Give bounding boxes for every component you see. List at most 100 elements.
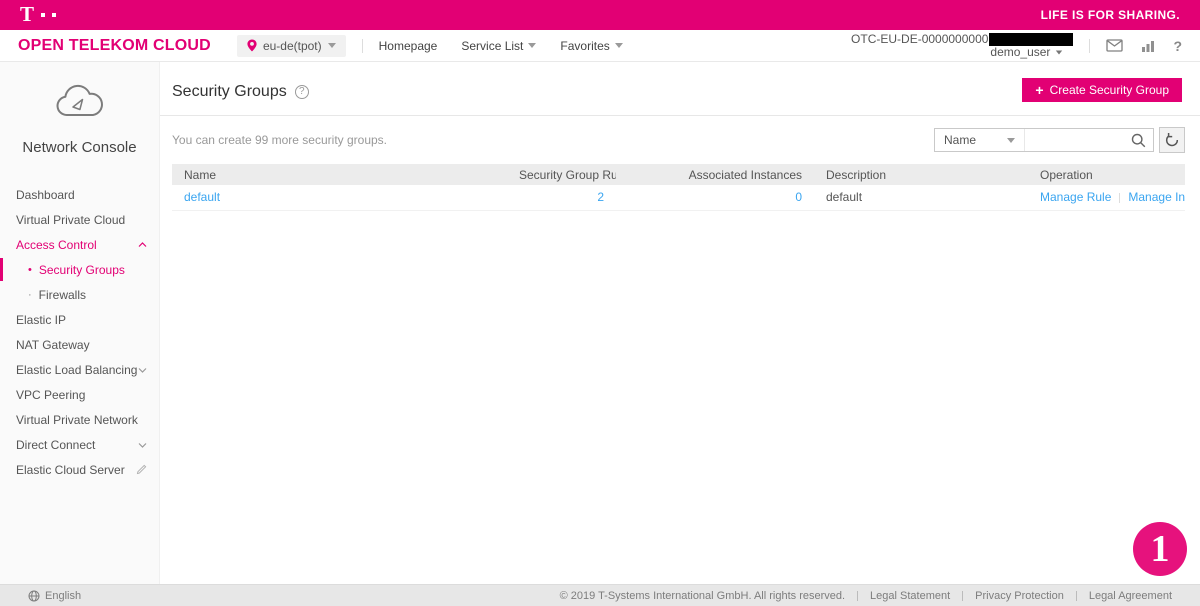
toolbar: You can create 99 more security groups. …	[172, 116, 1185, 164]
sidebar-item-elastic-ip[interactable]: Elastic IP	[0, 307, 159, 332]
header-right: OTC-EU-DE-0000000000 demo_user ?	[851, 33, 1182, 59]
rules-count-link[interactable]: 2	[597, 190, 604, 204]
chevron-up-icon	[138, 242, 147, 248]
chevron-down-icon	[138, 442, 147, 448]
mail-icon[interactable]	[1106, 39, 1123, 52]
nav-favorites[interactable]: Favorites	[560, 39, 622, 53]
nav-service-list-label: Service List	[461, 39, 523, 53]
sidebar-item-virtual-private-network[interactable]: Virtual Private Network	[0, 407, 159, 432]
sidebar: Network Console Dashboard Virtual Privat…	[0, 62, 160, 584]
legal-agreement-link[interactable]: Legal Agreement	[1089, 590, 1172, 602]
create-button-label: Create Security Group	[1050, 83, 1169, 97]
instances-count-link[interactable]: 0	[795, 190, 802, 204]
title-help-icon[interactable]: ?	[295, 85, 309, 99]
footer-links: © 2019 T-Systems International GmbH. All…	[560, 590, 1172, 602]
usage-stats-icon-glyph	[1141, 39, 1155, 52]
chevron-down-icon	[615, 43, 623, 48]
sidebar-item-security-groups[interactable]: • Security Groups	[0, 257, 159, 282]
security-group-name-link[interactable]: default	[184, 190, 220, 204]
sidebar-item-nat-gateway[interactable]: NAT Gateway	[0, 332, 159, 357]
nav-favorites-label: Favorites	[560, 39, 609, 53]
brand-slogan: LIFE IS FOR SHARING.	[1041, 8, 1180, 22]
sidebar-item-elastic-load-balancing[interactable]: Elastic Load Balancing	[0, 357, 159, 382]
refresh-icon	[1165, 133, 1179, 147]
console-header: OPEN TELEKOM CLOUD eu-de(tpot) Homepage …	[0, 30, 1200, 62]
chevron-down-icon	[1007, 138, 1015, 143]
manage-instance-link[interactable]: Manage Instance	[1128, 190, 1185, 204]
privacy-protection-link[interactable]: Privacy Protection	[975, 590, 1064, 602]
nav-homepage[interactable]: Homepage	[379, 39, 438, 53]
sidebar-item-vpc-peering[interactable]: VPC Peering	[0, 382, 159, 407]
sidebar-item-label: Security Groups	[39, 263, 125, 277]
usage-stats-icon[interactable]	[1141, 39, 1155, 52]
quota-hint: You can create 99 more security groups.	[172, 133, 387, 147]
region-selector[interactable]: eu-de(tpot)	[237, 35, 346, 57]
divider	[1089, 39, 1090, 53]
table-row: default 2 0 default Manage Rule Manage In…	[172, 185, 1185, 210]
copyright: © 2019 T-Systems International GmbH. All…	[560, 590, 845, 602]
telekom-logo-dot	[52, 13, 56, 17]
search-input[interactable]	[1025, 129, 1124, 151]
description-cell: default	[814, 185, 1028, 210]
tenant-id-label: OTC-EU-DE-0000000000	[851, 33, 988, 46]
console-title: Network Console	[0, 139, 159, 156]
sidebar-item-label: Elastic IP	[16, 313, 66, 327]
sidebar-item-label: NAT Gateway	[16, 338, 90, 352]
sidebar-item-label: Firewalls	[39, 288, 86, 302]
tenant-id-redaction	[989, 33, 1073, 46]
body: Network Console Dashboard Virtual Privat…	[0, 62, 1200, 584]
network-cloud-icon	[53, 84, 107, 122]
main-content: Security Groups ? + Create Security Grou…	[160, 62, 1200, 584]
sidebar-item-firewalls[interactable]: · Firewalls	[0, 282, 159, 307]
manage-rule-link[interactable]: Manage Rule	[1040, 190, 1111, 204]
nav-service-list[interactable]: Service List	[461, 39, 536, 53]
column-header-operation: Operation	[1028, 164, 1185, 185]
search-controls: Name	[934, 127, 1185, 153]
telekom-logo-icon: T	[20, 6, 56, 25]
sidebar-item-access-control[interactable]: Access Control	[0, 232, 159, 257]
user-name-label: demo_user	[990, 46, 1050, 59]
language-label: English	[45, 590, 81, 602]
table-header-row: Name Security Group Rules Associated Ins…	[172, 164, 1185, 185]
bullet-icon: •	[28, 264, 32, 276]
chevron-down-icon	[1056, 50, 1062, 54]
console-head: Network Console	[0, 62, 159, 156]
region-label: eu-de(tpot)	[263, 39, 322, 53]
refresh-button[interactable]	[1159, 127, 1185, 153]
sidebar-item-direct-connect[interactable]: Direct Connect	[0, 432, 159, 457]
column-header-rules: Security Group Rules	[507, 164, 616, 185]
create-security-group-button[interactable]: + Create Security Group	[1022, 78, 1182, 102]
chevron-down-icon	[328, 43, 336, 48]
portal-logo[interactable]: OPEN TELEKOM CLOUD	[18, 37, 211, 55]
globe-icon	[28, 590, 40, 602]
external-link-icon	[136, 464, 147, 475]
tenant-id: OTC-EU-DE-0000000000	[851, 33, 1073, 46]
legal-statement-link[interactable]: Legal Statement	[870, 590, 950, 602]
plus-icon: +	[1035, 83, 1043, 97]
column-header-description: Description	[814, 164, 1028, 185]
chevron-down-icon	[528, 43, 536, 48]
sidebar-item-label: Elastic Cloud Server	[16, 463, 125, 477]
mail-icon-glyph	[1106, 39, 1123, 52]
topbar: T LIFE IS FOR SHARING.	[0, 0, 1200, 30]
bullet-icon: ·	[28, 289, 32, 301]
column-header-name: Name	[172, 164, 507, 185]
help-icon[interactable]: ?	[1173, 38, 1182, 54]
search-icon-glyph	[1131, 133, 1146, 148]
nav-homepage-label: Homepage	[379, 39, 438, 53]
step-badge: 1	[1133, 522, 1187, 576]
account-menu[interactable]: OTC-EU-DE-0000000000 demo_user	[851, 33, 1073, 59]
sidebar-item-label: Direct Connect	[16, 438, 95, 452]
sidebar-item-virtual-private-cloud[interactable]: Virtual Private Cloud	[0, 207, 159, 232]
sidebar-item-dashboard[interactable]: Dashboard	[0, 182, 159, 207]
sidebar-item-elastic-cloud-server[interactable]: Elastic Cloud Server	[0, 457, 159, 482]
divider	[857, 591, 858, 601]
divider	[362, 39, 363, 53]
search-icon[interactable]	[1124, 133, 1153, 148]
telekom-logo-t: T	[20, 4, 34, 25]
sidebar-item-label: Virtual Private Cloud	[16, 213, 125, 227]
search-filter-select[interactable]: Name	[935, 129, 1025, 151]
language-selector[interactable]: English	[28, 590, 81, 602]
location-pin-icon	[247, 39, 257, 52]
sidebar-item-label: Access Control	[16, 238, 97, 252]
